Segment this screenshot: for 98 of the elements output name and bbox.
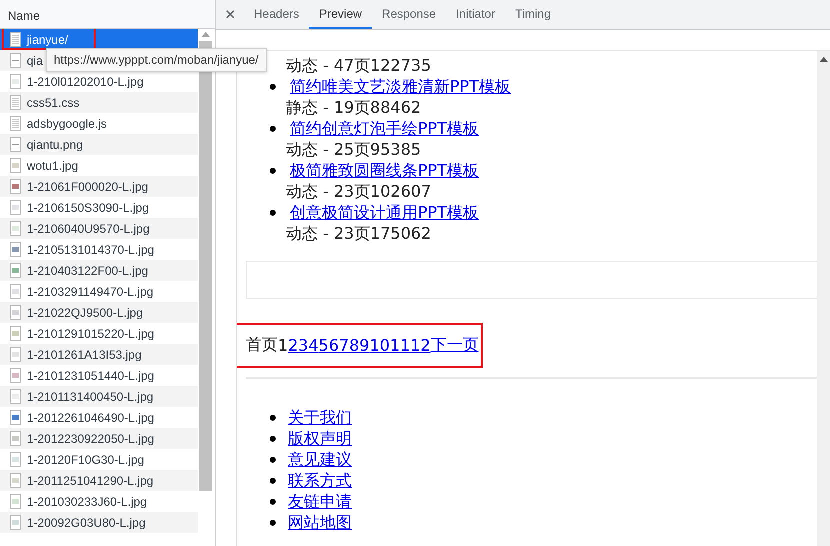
request-row[interactable]: 1-2106040U9570-L.jpg <box>0 218 198 239</box>
document-icon <box>10 95 21 110</box>
bullet-icon <box>270 414 276 420</box>
page-link[interactable]: 9 <box>360 336 370 355</box>
request-row[interactable]: 1-210403122F00-L.jpg <box>0 260 198 281</box>
column-header[interactable]: Name <box>0 0 215 29</box>
request-name: 1-2106040U9570-L.jpg <box>27 222 150 236</box>
request-row[interactable]: 1-2101231051440-L.jpg <box>0 365 198 386</box>
pagination-label: 首页 <box>246 335 278 356</box>
request-name: 1-2011251041290-L.jpg <box>27 474 154 488</box>
request-name: css51.css <box>27 96 80 110</box>
document-icon <box>10 116 21 131</box>
page-link[interactable]: 10 <box>370 336 390 355</box>
bullet-icon <box>270 436 276 442</box>
request-row[interactable]: jianyue/ <box>0 29 198 50</box>
request-row[interactable]: wotu1.jpg <box>0 155 198 176</box>
tab[interactable]: Preview <box>309 0 372 29</box>
request-name: qia <box>27 54 44 68</box>
bullet-icon <box>270 126 276 132</box>
page-link[interactable]: 5 <box>318 336 329 355</box>
request-name: 1-21022QJ9500-L.jpg <box>27 306 144 320</box>
request-name: 1-210l01202010-L.jpg <box>27 74 144 88</box>
request-name: 1-2101231051440-L.jpg <box>27 368 154 382</box>
request-row[interactable]: 1-2101131400450-L.jpg <box>0 386 198 407</box>
request-row[interactable]: 1-21022QJ9500-L.jpg <box>0 302 198 323</box>
request-name: adsbygoogle.js <box>27 116 108 130</box>
bullet-icon <box>270 520 276 526</box>
template-link[interactable]: 极简雅致圆圈线条PPT模板 <box>290 160 480 181</box>
tab[interactable]: Response <box>372 0 446 29</box>
file-icon <box>10 53 21 68</box>
page-link[interactable]: 12 <box>410 336 431 355</box>
request-row[interactable]: css51.css <box>0 92 198 113</box>
page-link[interactable]: 3 <box>298 336 309 355</box>
request-row[interactable]: qiantu.png <box>0 134 198 155</box>
page-link[interactable]: 4 <box>308 336 319 355</box>
tab[interactable]: Headers <box>244 0 310 29</box>
page-link[interactable]: 8 <box>349 336 360 355</box>
request-row[interactable]: 1-20092G03U80-L.jpg <box>0 512 198 533</box>
template-meta: 动态 - 23页175062 <box>285 223 432 244</box>
request-row[interactable]: 1-2101261A13I53.jpg <box>0 344 198 365</box>
template-link[interactable]: 简约唯美文艺淡雅清新PPT模板 <box>290 76 512 97</box>
request-row[interactable]: 1-2106150S3090-L.jpg <box>0 197 198 218</box>
request-name: 1-20092G03U80-L.jpg <box>27 516 146 530</box>
document-icon <box>10 32 21 47</box>
bullet-icon <box>270 168 276 174</box>
bullet-icon <box>270 498 276 504</box>
request-name: 1-2101131400450-L.jpg <box>27 390 154 404</box>
request-name: 1-20120F10G30-L.jpg <box>27 452 144 466</box>
request-row[interactable]: 1-201030233J60-L.jpg <box>0 491 198 512</box>
template-meta: 静态 - 19页88462 <box>285 97 422 118</box>
footer-link[interactable]: 网站地图 <box>288 512 352 533</box>
request-name: 1-2105131014370-L.jpg <box>27 242 154 256</box>
request-name: wotu1.jpg <box>27 158 78 172</box>
request-name: 1-210403122F00-L.jpg <box>27 264 148 278</box>
request-row[interactable]: 1-2105131014370-L.jpg <box>0 239 198 260</box>
request-name: 1-2103291149470-L.jpg <box>27 284 154 298</box>
page-link[interactable]: 7 <box>339 336 350 355</box>
tab[interactable]: Timing <box>505 0 562 29</box>
request-name: jianyue/ <box>27 32 68 46</box>
bullet-icon <box>270 84 276 90</box>
bullet-icon <box>270 210 276 216</box>
footer-link[interactable]: 联系方式 <box>288 470 352 491</box>
request-row[interactable]: 1-210l01202010-L.jpg <box>0 71 198 92</box>
request-row[interactable]: 1-21061F000020-L.jpg <box>0 176 198 197</box>
request-row[interactable]: 1-20120F10G30-L.jpg <box>0 449 198 470</box>
request-row[interactable]: 1-2012261046490-L.jpg <box>0 407 198 428</box>
tab[interactable]: Initiator <box>446 0 506 29</box>
footer-link[interactable]: 友链申请 <box>288 491 352 512</box>
request-name: qiantu.png <box>27 138 84 152</box>
request-row[interactable]: 1-2011251041290-L.jpg <box>0 470 198 491</box>
page-link[interactable]: 11 <box>390 336 410 355</box>
request-name: 1-2012230922050-L.jpg <box>27 432 154 446</box>
current-page: 1 <box>278 336 288 355</box>
request-name: 1-2106150S3090-L.jpg <box>27 200 150 214</box>
page-link[interactable]: 2 <box>288 336 298 355</box>
request-row[interactable]: 1-2012230922050-L.jpg <box>0 428 198 449</box>
bullet-icon <box>270 456 276 462</box>
template-link[interactable]: 简约创意灯泡手绘PPT模板 <box>290 118 480 139</box>
footer-link[interactable]: 版权声明 <box>288 428 352 449</box>
page-link[interactable]: 下一页 <box>430 335 479 356</box>
footer-link[interactable]: 意见建议 <box>288 449 352 470</box>
template-meta: 动态 - 25页95385 <box>285 139 422 160</box>
template-meta: 动态 - 23页102607 <box>285 181 432 202</box>
request-name: 1-201030233J60-L.jpg <box>27 494 148 508</box>
file-icon <box>10 137 21 152</box>
request-row[interactable]: adsbygoogle.js <box>0 113 198 134</box>
template-link[interactable]: 创意极简设计通用PPT模板 <box>290 202 480 223</box>
request-row[interactable]: 1-2103291149470-L.jpg <box>0 281 198 302</box>
url-tooltip: https://www.ypppt.com/moban/jianyue/ <box>46 48 267 72</box>
request-row[interactable]: 1-2101291015220-L.jpg <box>0 323 198 344</box>
request-name: 1-21061F000020-L.jpg <box>27 180 148 194</box>
request-name: 1-2101261A13I53.jpg <box>27 348 142 362</box>
bullet-icon <box>270 478 276 484</box>
scroll-up-icon[interactable] <box>820 57 828 62</box>
request-name: 1-2101291015220-L.jpg <box>27 326 154 340</box>
footer-link[interactable]: 关于我们 <box>288 407 352 428</box>
page-link[interactable]: 6 <box>328 336 340 355</box>
request-name: 1-2012261046490-L.jpg <box>27 410 154 424</box>
